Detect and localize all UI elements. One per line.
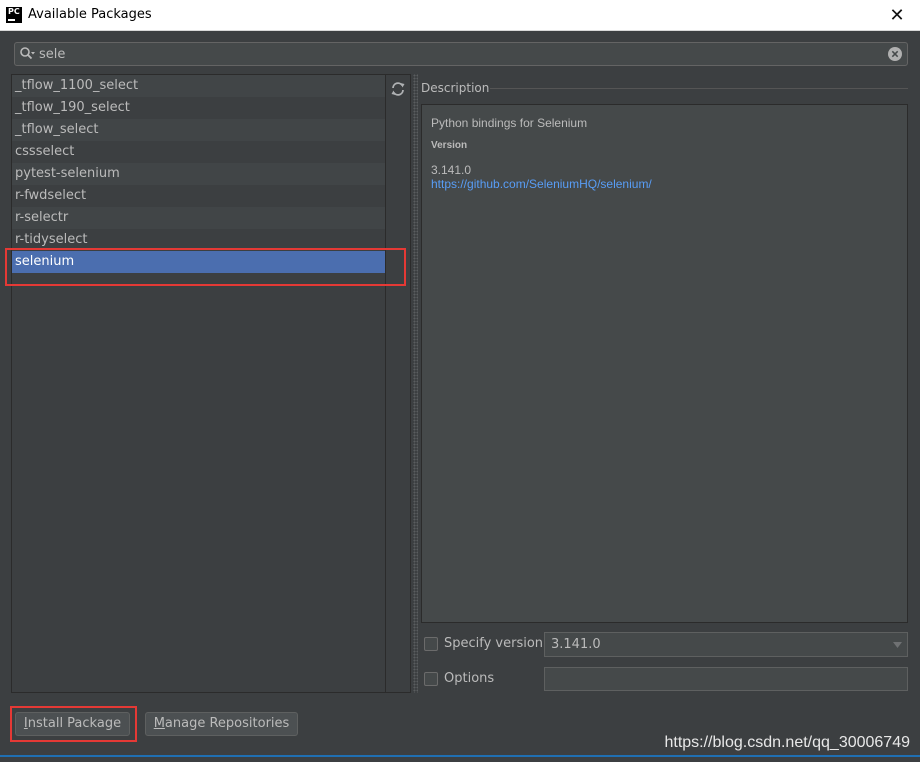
options-input[interactable] <box>544 667 908 691</box>
description-separator <box>490 88 908 89</box>
install-package-button[interactable]: Install Package <box>15 712 130 736</box>
specify-version-label: Specify version <box>444 636 544 651</box>
package-row[interactable]: _tflow_1100_select <box>12 75 385 97</box>
install-label: nstall Package <box>27 716 122 731</box>
search-field[interactable] <box>14 42 908 66</box>
title-bar: PC Available Packages ✕ <box>0 0 920 31</box>
search-input[interactable] <box>39 44 869 64</box>
close-button[interactable]: ✕ <box>874 0 920 31</box>
package-description: Python bindings for Selenium <box>431 116 588 130</box>
version-select[interactable]: 3.141.0 <box>544 632 908 657</box>
options-label: Options <box>444 671 495 686</box>
pycharm-app-icon: PC <box>6 7 22 23</box>
refresh-icon[interactable] <box>390 81 406 97</box>
package-row[interactable]: pytest-selenium <box>12 163 385 185</box>
specify-version-checkbox[interactable] <box>424 637 438 651</box>
close-icon: ✕ <box>889 5 905 26</box>
list-toolbar <box>386 74 411 693</box>
search-icon[interactable] <box>19 46 35 62</box>
manage-label: anage Repositories <box>164 716 290 731</box>
clear-search-icon[interactable] <box>888 47 902 61</box>
options-checkbox[interactable] <box>424 672 438 686</box>
package-row[interactable]: r-selectr <box>12 207 385 229</box>
panel-splitter[interactable] <box>413 74 418 693</box>
homepage-link[interactable]: https://github.com/SeleniumHQ/selenium/ <box>431 177 652 191</box>
chevron-down-icon <box>893 642 902 648</box>
manage-mnemonic: M <box>153 716 165 731</box>
package-row[interactable]: _tflow_190_select <box>12 97 385 119</box>
package-row[interactable]: r-tidyselect <box>12 229 385 251</box>
version-select-value: 3.141.0 <box>551 637 601 652</box>
description-panel: Python bindings for Selenium Version 3.1… <box>421 104 908 623</box>
watermark: https://blog.csdn.net/qq_30006749 <box>664 734 910 751</box>
package-list[interactable]: _tflow_1100_select _tflow_190_select _tf… <box>11 74 386 693</box>
package-row[interactable]: cssselect <box>12 141 385 163</box>
version-value: 3.141.0 <box>431 163 472 177</box>
window-bottom-border <box>0 755 920 757</box>
package-row-selected[interactable]: selenium <box>12 251 385 273</box>
package-row[interactable]: r-fwdselect <box>12 185 385 207</box>
window-title: Available Packages <box>28 7 152 22</box>
description-header: Description <box>421 81 490 95</box>
version-label: Version <box>431 140 468 151</box>
manage-repositories-button[interactable]: Manage Repositories <box>145 712 298 736</box>
package-row[interactable]: _tflow_select <box>12 119 385 141</box>
